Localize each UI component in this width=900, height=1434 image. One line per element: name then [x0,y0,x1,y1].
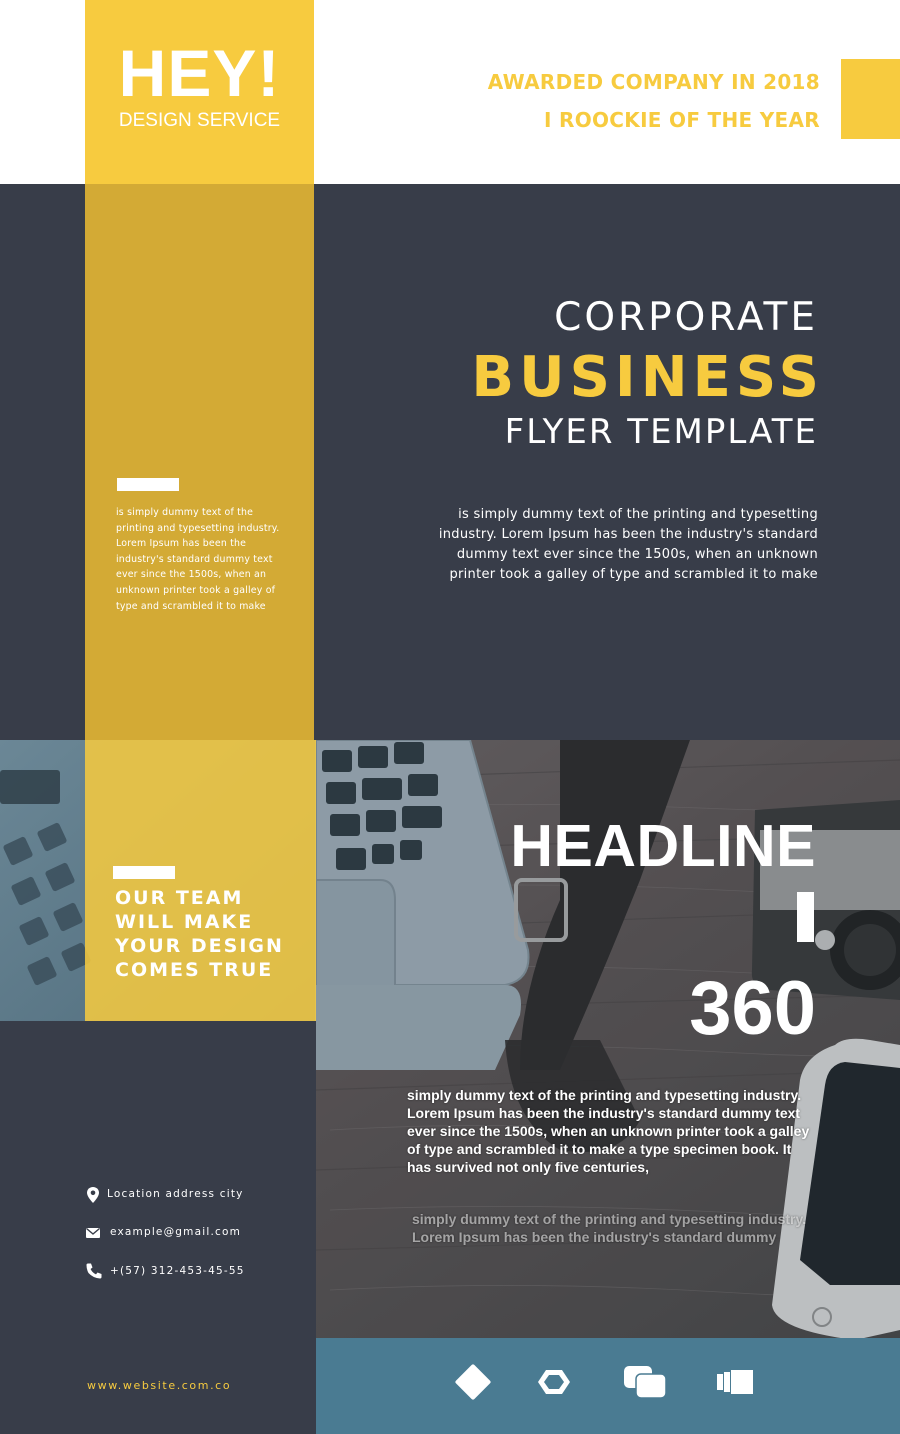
award-line-2: I ROOCKIE OF THE YEAR [543,108,820,132]
stacked-cards-icon [713,1360,757,1404]
hero-title-line-3: FLYER TEMPLATE [504,412,818,452]
team-accent-bar [113,866,175,879]
hero-side-strip [85,184,314,740]
feature-headline: HEADLINE [510,813,816,879]
website-link[interactable]: www.website.com.co [87,1379,231,1393]
icon-band [316,1338,900,1434]
hero-title-line-2: BUSINESS [471,345,824,410]
hexagon-icon [532,1360,576,1404]
headline-accent-bar [797,892,814,942]
location-pin-icon [85,1186,101,1203]
logo-subtitle: DESIGN SERVICE [118,110,281,131]
contact-phone[interactable]: +(57) 312-453-45-55 [110,1264,245,1278]
team-slogan: OUR TEAM WILL MAKE YOUR DESIGN COMES TRU… [115,887,284,981]
logo-block: HEY! DESIGN SERVICE [85,0,314,184]
feature-body-text-2: simply dummy text of the printing and ty… [412,1211,807,1245]
phone-icon [85,1262,102,1279]
envelope-icon [85,1225,101,1241]
hero-title-line-1: CORPORATE [554,295,818,340]
strip-accent-bar [117,478,179,491]
diamond-icon [451,1360,495,1404]
accent-square [841,59,900,139]
contact-email[interactable]: example@gmail.com [110,1225,241,1239]
feature-number: 360 [689,966,816,1051]
hero-body-text: is simply dummy text of the printing and… [438,507,818,582]
feature-body-text-1: simply dummy text of the printing and ty… [407,1087,810,1175]
award-line-1: AWARDED COMPANY IN 2018 [487,70,820,94]
strip-body-text: is simply dummy text of the printing and… [116,507,280,612]
chat-bubbles-icon [622,1360,667,1404]
contact-location: Location address city [107,1188,244,1200]
logo-title: HEY! [118,36,281,110]
